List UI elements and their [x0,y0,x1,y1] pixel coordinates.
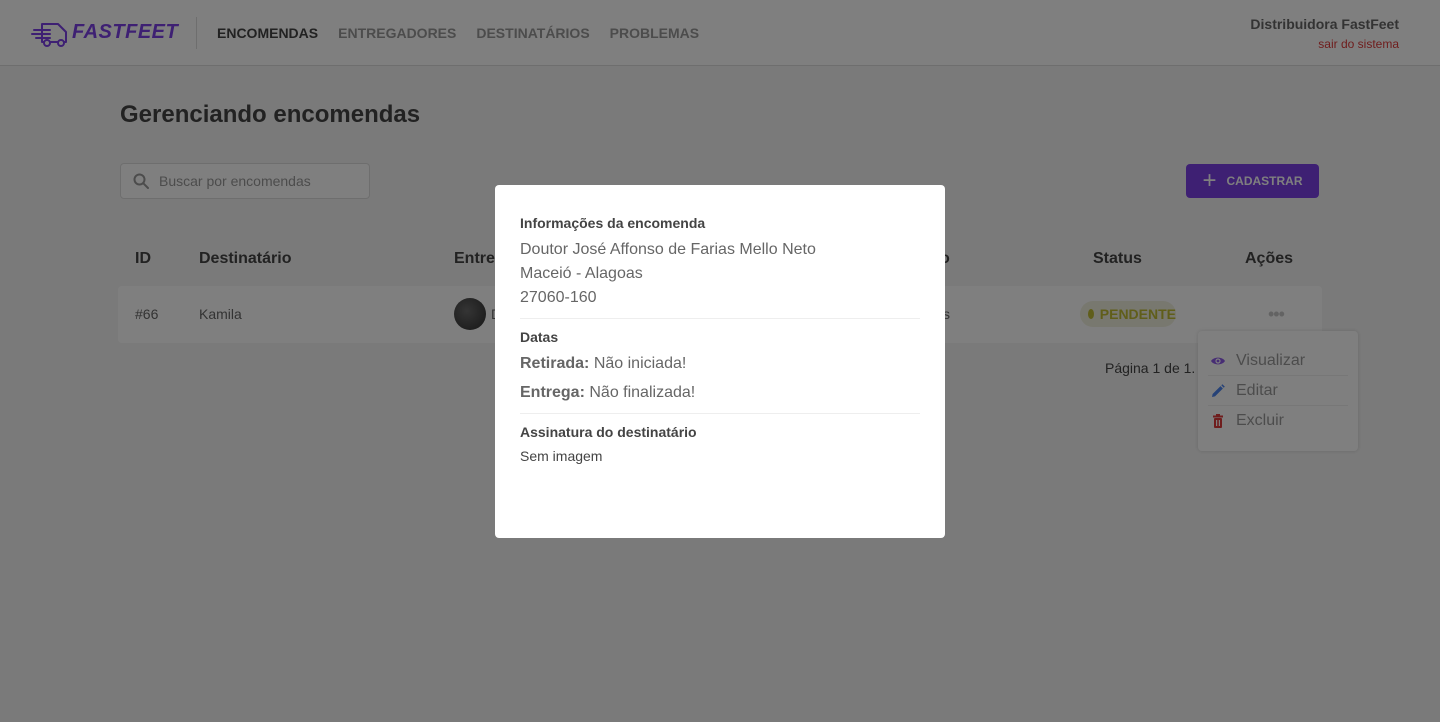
dates-title: Datas [520,329,559,345]
modal-divider [520,413,920,414]
delivery-row: Entrega: Não finalizada! [520,381,920,405]
signature-value: Sem imagem [520,448,603,464]
order-details-modal: Informações da encomenda Doutor José Aff… [495,185,945,538]
order-info-title: Informações da encomenda [520,215,706,231]
signature-title: Assinatura do destinatário [520,424,697,440]
address-street: Doutor José Affonso de Farias Mello Neto [520,241,816,258]
pickup-value: Não iniciada! [593,355,687,372]
pickup-label: Retirada: [520,355,590,372]
address-city-state: Maceió - Alagoas [520,265,643,282]
address-zip: 27060-160 [520,289,597,306]
pickup-row: Retirada: Não iniciada! [520,352,920,376]
modal-divider [520,318,920,319]
delivery-value: Não finalizada! [589,384,696,401]
delivery-label: Entrega: [520,384,585,401]
